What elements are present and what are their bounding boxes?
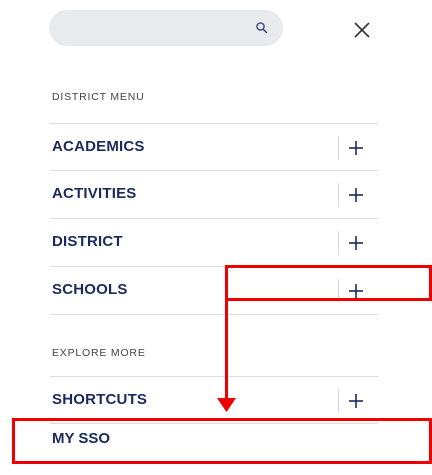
menu-item-label: SCHOOLS [52, 281, 128, 298]
menu-item-activities[interactable]: ACTIVITIES [50, 171, 378, 219]
search-input[interactable] [49, 10, 283, 46]
divider [338, 231, 339, 255]
annotation-arrow-line [225, 300, 228, 402]
plus-icon[interactable] [346, 233, 366, 253]
annotation-arrow-head [217, 398, 236, 412]
menu-item-academics[interactable]: ACADEMICS [50, 123, 378, 171]
menu-item-district[interactable]: DISTRICT [50, 219, 378, 267]
menu-item-label: ACADEMICS [52, 138, 145, 155]
menu-item-label: DISTRICT [52, 233, 123, 250]
annotation-box-top [225, 265, 432, 301]
divider [338, 136, 339, 160]
close-icon[interactable] [352, 20, 372, 40]
menu-item-label: ACTIVITIES [52, 185, 137, 202]
district-menu-heading: DISTRICT MENU [52, 91, 145, 103]
divider [338, 183, 339, 207]
explore-more-heading: EXPLORE MORE [52, 347, 146, 359]
plus-icon[interactable] [346, 138, 366, 158]
plus-icon[interactable] [346, 391, 366, 411]
plus-icon[interactable] [346, 185, 366, 205]
divider [338, 389, 339, 413]
menu-item-label: SHORTCUTS [52, 391, 148, 408]
menu-item-shortcuts[interactable]: SHORTCUTS [50, 376, 378, 424]
annotation-box-my-sso [12, 418, 432, 464]
search-icon[interactable] [255, 21, 269, 35]
